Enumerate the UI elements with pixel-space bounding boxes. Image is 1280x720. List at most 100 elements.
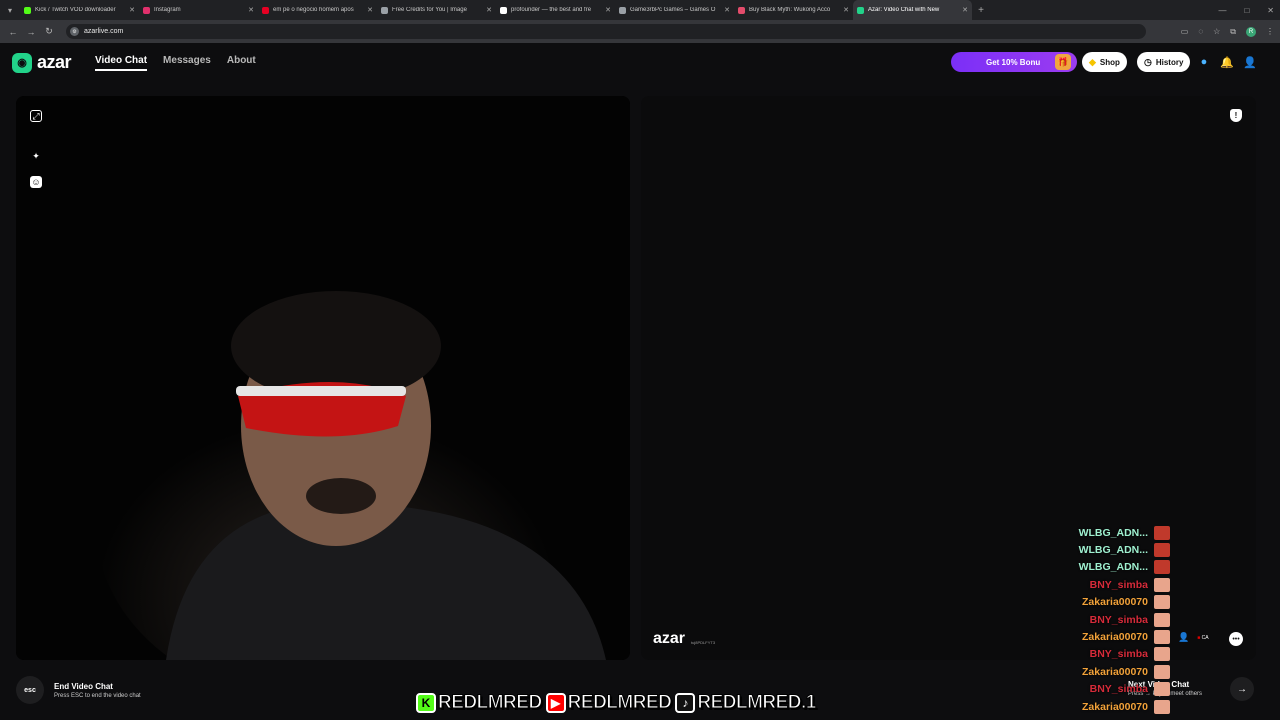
chat-bubble-icon[interactable]: ••• xyxy=(1229,632,1243,646)
tab-close-icon[interactable]: ✕ xyxy=(724,6,730,14)
nav-about[interactable]: About xyxy=(227,55,256,71)
browser-tab[interactable]: Instagram ✕ xyxy=(139,0,258,20)
tab-label: Buy Black Myth: Wukong Acco xyxy=(749,7,831,13)
feed-avatar xyxy=(1154,595,1170,610)
feed-avatar xyxy=(1154,577,1170,592)
clock-icon: ◷ xyxy=(1144,56,1152,67)
tab-label: profounder — the best and fre xyxy=(511,7,592,13)
end-video-chat[interactable]: esc End Video Chat Press ESC to end the … xyxy=(16,676,141,704)
partner-controls: 👤 ■ CA xyxy=(1178,632,1209,643)
tab-favicon xyxy=(500,6,507,14)
window-controls: — □ ✕ xyxy=(1218,0,1274,20)
tab-close-icon[interactable]: ✕ xyxy=(367,6,373,14)
tab-close-icon[interactable]: ✕ xyxy=(843,6,849,14)
nav-video-chat[interactable]: Video Chat xyxy=(95,55,148,71)
azar-logo[interactable]: ◉ azar xyxy=(12,52,72,73)
feed-username: BNY_simba xyxy=(1089,683,1148,696)
streamer-socials-banner: K REDLMRED ▶ REDLMRED ♪ REDLMRED.1 xyxy=(416,690,818,716)
browser-menu-icon[interactable]: ⋮ xyxy=(1266,27,1274,36)
magic-wand-icon[interactable]: ✦ xyxy=(30,150,42,162)
feed-avatar xyxy=(1154,612,1170,627)
bonus-promo-button[interactable]: Get 10% Bonu 🎁 xyxy=(951,52,1077,72)
eye-off-icon[interactable]: ◌ xyxy=(1198,27,1203,36)
feed-item: Zakaria00070 xyxy=(1060,663,1170,680)
tab-label: Free Credits for You | Image xyxy=(392,7,467,13)
social-handle: REDLMRED.1 xyxy=(697,692,817,714)
browser-tab[interactable]: Buy Black Myth: Wukong Acco ✕ xyxy=(734,0,853,20)
tab-favicon xyxy=(738,6,745,14)
tab-close-icon[interactable]: ✕ xyxy=(129,6,135,14)
feed-avatar xyxy=(1154,699,1170,714)
feed-username: Zakaria00070 xyxy=(1082,700,1148,713)
swap-camera-icon[interactable]: ⤢ xyxy=(30,110,42,122)
country-flag: ■ CA xyxy=(1197,634,1209,641)
feed-item: Zakaria00070 xyxy=(1060,628,1170,645)
tab-favicon xyxy=(857,6,864,14)
nav-messages[interactable]: Messages xyxy=(163,55,211,71)
browser-tab[interactable]: Free Credits for You | Image ✕ xyxy=(377,0,496,20)
close-window-icon[interactable]: ✕ xyxy=(1267,6,1274,15)
browser-extensions: ▭ ◌ ☆ ⧉ R ⋮ xyxy=(1181,20,1274,43)
gift-alert-feed: WLBG_ADN... WLBG_ADN... WLBG_ADN... BNY_sim… xyxy=(1060,524,1170,715)
feed-username: Zakaria00070 xyxy=(1082,596,1148,609)
browser-tab[interactable]: Kick / Twitch VOD downloader ✕ xyxy=(20,0,139,20)
cast-icon[interactable]: ▭ xyxy=(1181,27,1189,36)
history-button[interactable]: ◷ History xyxy=(1137,52,1191,72)
site-info-icon[interactable]: ⚙ xyxy=(70,27,79,36)
address-bar[interactable]: ⚙ azarlive.com xyxy=(66,24,1146,39)
maximize-icon[interactable]: □ xyxy=(1244,6,1249,15)
minimize-icon[interactable]: — xyxy=(1218,6,1226,15)
next-arrow-button[interactable]: → xyxy=(1230,677,1254,701)
tab-label: em pé o negócio homem apos xyxy=(273,7,354,13)
feed-avatar xyxy=(1154,543,1170,558)
browser-tab[interactable]: Azar: Video Chat with New ✕ xyxy=(853,0,972,20)
feed-item: WLBG_ADN... xyxy=(1060,524,1170,541)
gift-box-icon: 🎁 xyxy=(1055,54,1071,70)
notification-bell-icon[interactable]: 🔔 xyxy=(1220,55,1234,69)
browser-tab[interactable]: profounder — the best and fre ✕ xyxy=(496,0,615,20)
youtube-icon: ▶ xyxy=(545,693,566,713)
extensions-icon[interactable]: ⧉ xyxy=(1230,27,1236,37)
shop-button[interactable]: ◆ Shop xyxy=(1082,52,1127,72)
browser-tab[interactable]: em pé o negócio homem apos ✕ xyxy=(258,0,377,20)
back-icon[interactable]: ← xyxy=(4,27,22,37)
tab-label: Instagram xyxy=(154,7,181,13)
feed-item: BNY_simba xyxy=(1060,681,1170,698)
feed-item: BNY_simba xyxy=(1060,611,1170,628)
browser-tab[interactable]: Game3rbPc Games – Games O ✕ xyxy=(615,0,734,20)
app-header: ◉ azar Video Chat Messages About Get 10%… xyxy=(0,43,1280,85)
feed-item: WLBG_ADN... xyxy=(1060,559,1170,576)
feed-avatar xyxy=(1154,664,1170,679)
report-shield-icon[interactable]: ! xyxy=(1230,109,1242,122)
kick-icon: K xyxy=(416,693,436,713)
url-text: azarlive.com xyxy=(84,28,124,35)
new-tab-button[interactable]: + xyxy=(972,5,990,16)
forward-icon[interactable]: → xyxy=(22,27,40,37)
feed-avatar xyxy=(1154,682,1170,697)
partner-profile-icon[interactable]: 👤 xyxy=(1178,632,1189,643)
feed-username: BNY_simba xyxy=(1089,648,1148,661)
reload-icon[interactable]: ↻ xyxy=(40,26,58,37)
bookmark-star-icon[interactable]: ☆ xyxy=(1213,27,1220,36)
profile-avatar[interactable]: R xyxy=(1246,26,1256,37)
user-profile-icon[interactable]: 👤 xyxy=(1243,55,1257,69)
my-camera-feed xyxy=(16,96,630,660)
tab-close-icon[interactable]: ✕ xyxy=(248,6,254,14)
feed-avatar xyxy=(1154,560,1170,575)
tab-search-icon[interactable]: ▾ xyxy=(0,0,20,20)
face-filter-icon[interactable]: ☺ xyxy=(30,176,42,188)
social-handle: REDLMRED xyxy=(438,692,543,714)
feed-avatar xyxy=(1154,630,1170,645)
feed-avatar xyxy=(1154,647,1170,662)
azar-logo-text: azar xyxy=(37,52,72,72)
esc-key-button[interactable]: esc xyxy=(16,676,44,704)
watermark-id: tuj8PDLFYT3 xyxy=(691,640,716,645)
tab-close-icon[interactable]: ✕ xyxy=(962,6,968,14)
tab-close-icon[interactable]: ✕ xyxy=(605,6,611,14)
feed-item: BNY_simba xyxy=(1060,576,1170,593)
tab-close-icon[interactable]: ✕ xyxy=(486,6,492,14)
gems-balance-icon[interactable]: ● xyxy=(1197,55,1211,69)
tab-favicon xyxy=(143,6,150,14)
feed-username: WLBG_ADN... xyxy=(1078,561,1148,574)
feed-username: WLBG_ADN... xyxy=(1078,526,1148,539)
